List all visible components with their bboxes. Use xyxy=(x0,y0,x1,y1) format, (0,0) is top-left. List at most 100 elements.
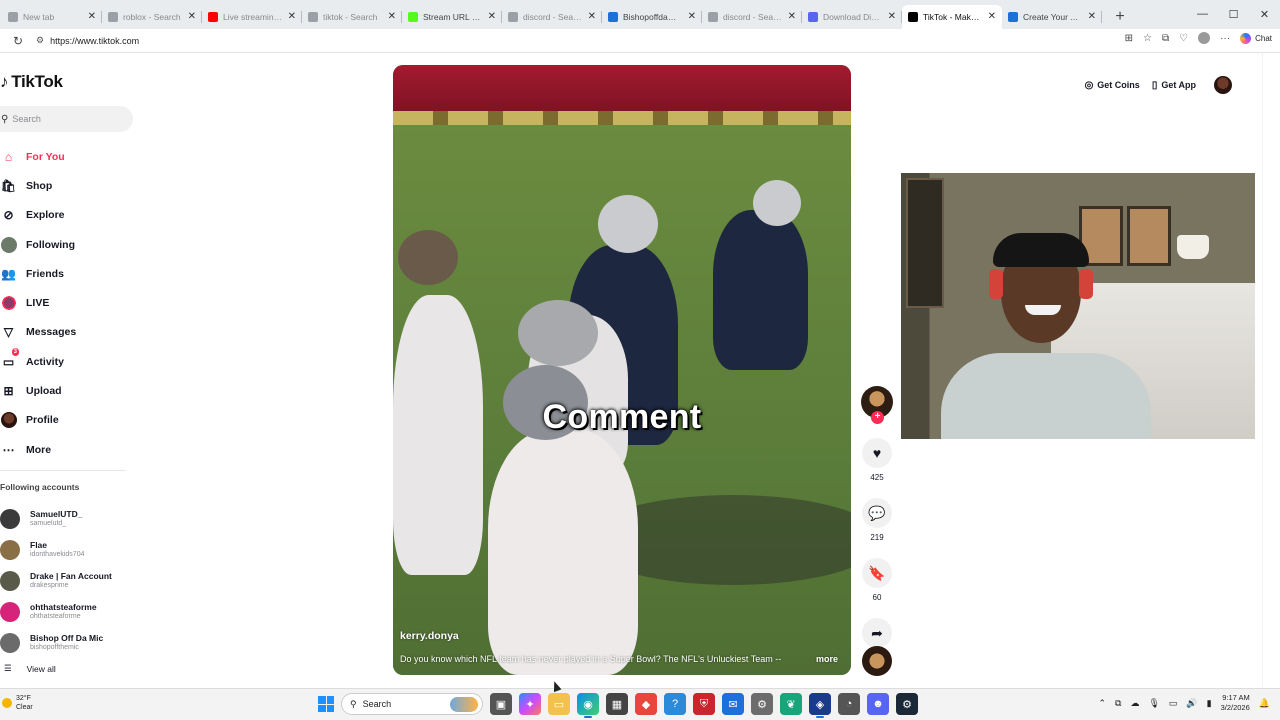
task-view-icon[interactable]: ▣ xyxy=(490,693,512,715)
battery-icon[interactable]: ▮ xyxy=(1207,698,1212,709)
windows-start-icon[interactable] xyxy=(318,696,334,712)
browser-tab[interactable]: discord - Search ✕ xyxy=(502,5,602,29)
video-author[interactable]: kerry.donya xyxy=(400,630,459,642)
reload-icon[interactable]: ↻ xyxy=(0,34,36,48)
browser-tab[interactable]: New tab ✕ xyxy=(2,5,102,29)
tab-favicon-icon xyxy=(808,11,818,22)
following-account-item[interactable]: Drake | Fan Account drakesprime xyxy=(0,565,130,596)
browser-tab[interactable]: Live streaming - Y ✕ xyxy=(202,5,302,29)
onedrive-icon[interactable]: ☁ xyxy=(1130,698,1139,709)
sidebar-item-more[interactable]: ⋯ More xyxy=(0,435,130,464)
browser-tab[interactable]: Download Disco ✕ xyxy=(802,5,902,29)
share-icon[interactable]: ➦ xyxy=(862,618,892,648)
browser-tab[interactable]: Stream URL & Ke ✕ xyxy=(402,5,502,29)
heart-icon[interactable]: ♥ xyxy=(862,438,892,468)
tiktok-logo[interactable]: ♪ TikTok xyxy=(0,72,63,92)
taskbar-search[interactable]: ⚲ Search xyxy=(341,693,483,715)
save-action[interactable]: 🔖 60 xyxy=(862,558,892,602)
follow-plus-icon[interactable]: + xyxy=(871,411,884,424)
browser-tab[interactable]: TikTok - Make Yo ✕ xyxy=(902,4,1002,29)
address-bar[interactable]: ⚙ https://www.tiktok.com xyxy=(36,31,139,51)
following-account-item[interactable]: Bishop Off Da Mic bishopoffthemic xyxy=(0,627,130,658)
creator-avatar[interactable]: + xyxy=(861,386,893,424)
sidebar-item-live[interactable]: LIVE xyxy=(0,288,130,317)
browser-tab[interactable]: discord - Search ✕ xyxy=(702,5,802,29)
close-tab-icon[interactable]: ✕ xyxy=(588,11,596,22)
sidebar-item-friends[interactable]: 👥 Friends xyxy=(0,259,130,288)
browser-tab[interactable]: roblox - Search ✕ xyxy=(102,5,202,29)
favorite-star-icon[interactable]: ☆ xyxy=(1143,33,1152,44)
weather-widget[interactable]: 32°F Clear xyxy=(2,694,33,712)
mail-icon[interactable]: ✉ xyxy=(722,693,744,715)
feather-app-icon[interactable]: ❦ xyxy=(780,693,802,715)
close-tab-icon[interactable]: ✕ xyxy=(88,11,96,22)
new-tab-button[interactable]: + xyxy=(1108,5,1132,29)
extensions-icon[interactable]: ⧉ xyxy=(1162,33,1169,44)
site-info-icon[interactable]: ⚙ xyxy=(36,35,44,46)
bookmark-icon[interactable]: 🔖 xyxy=(862,558,892,588)
app-available-icon[interactable]: ⊞ xyxy=(1125,33,1133,44)
sidebar-item-profile[interactable]: Profile xyxy=(0,406,130,435)
tray-app-icon[interactable]: ⧉ xyxy=(1115,698,1121,709)
copilot-button[interactable]: Chat xyxy=(1240,32,1272,44)
copilot-app-icon[interactable]: ✦ xyxy=(519,693,541,715)
sidebar-item-explore[interactable]: ⊘ Explore xyxy=(0,201,130,230)
close-tab-icon[interactable]: ✕ xyxy=(188,11,196,22)
obs-app-icon[interactable]: ◈ xyxy=(809,693,831,718)
game-app-icon[interactable]: ◆ xyxy=(635,693,657,715)
sidebar-item-activity[interactable]: ▭ 3 Activity xyxy=(0,347,130,376)
close-tab-icon[interactable]: ✕ xyxy=(288,11,296,22)
help-icon[interactable]: ? xyxy=(664,693,686,715)
taskbar-search-label: Search xyxy=(362,699,392,709)
collections-icon[interactable]: ♡ xyxy=(1179,33,1188,44)
search-input[interactable]: ⚲ Search xyxy=(0,106,133,132)
comment-action[interactable]: 💬 219 xyxy=(862,498,892,542)
minimize-button[interactable]: — xyxy=(1187,0,1218,28)
sidebar-item-upload[interactable]: ⊞ Upload xyxy=(0,376,130,405)
get-app-button[interactable]: ▯ Get App xyxy=(1152,80,1196,91)
discord-icon[interactable]: ☻ xyxy=(867,693,889,715)
close-tab-icon[interactable]: ✕ xyxy=(888,11,896,22)
close-tab-icon[interactable]: ✕ xyxy=(688,11,696,22)
close-window-button[interactable]: ✕ xyxy=(1249,0,1280,28)
edge-browser-icon[interactable]: ◉ xyxy=(577,693,599,718)
tray-overflow-icon[interactable]: ⌃ xyxy=(1098,698,1106,709)
close-tab-icon[interactable]: ✕ xyxy=(988,11,996,22)
volume-icon[interactable]: 🔊 xyxy=(1186,698,1197,709)
music-disc-icon[interactable] xyxy=(862,646,892,676)
settings-gear-icon[interactable]: ⚙ xyxy=(751,693,773,715)
notification-bell-icon[interactable]: 🔔 xyxy=(1259,698,1270,709)
caption-more-button[interactable]: more xyxy=(816,654,838,664)
network-icon[interactable]: ▭ xyxy=(1169,698,1178,709)
browser-tab[interactable]: tiktok - Search ✕ xyxy=(302,5,402,29)
taskbar-clock[interactable]: 9:17 AM 3/2/2026 xyxy=(1221,693,1250,713)
clipchamp-icon[interactable]: ◔ xyxy=(838,693,860,715)
store-icon[interactable]: ▦ xyxy=(606,693,628,715)
sidebar-item-shop[interactable]: 🛍 Shop xyxy=(0,171,130,200)
following-account-item[interactable]: Flae idonthavekids704 xyxy=(0,534,130,565)
microphone-icon[interactable]: 🎙 xyxy=(1148,698,1159,709)
close-tab-icon[interactable]: ✕ xyxy=(788,11,796,22)
following-account-item[interactable]: ohthatsteaforme ohthatsteaforme xyxy=(0,596,130,627)
settings-menu-icon[interactable]: ··· xyxy=(1220,33,1230,44)
shield-app-icon[interactable]: ⛨ xyxy=(693,693,715,715)
maximize-button[interactable]: ☐ xyxy=(1218,0,1249,28)
following-account-item[interactable]: SamuelUTD_ samuelutd_ xyxy=(0,503,130,534)
close-tab-icon[interactable]: ✕ xyxy=(388,11,396,22)
sidebar-item-for-you[interactable]: ⌂ For You xyxy=(0,142,130,171)
browser-tab[interactable]: Bishopoffdamic1 ✕ xyxy=(602,5,702,29)
close-tab-icon[interactable]: ✕ xyxy=(488,11,496,22)
close-tab-icon[interactable]: ✕ xyxy=(1088,11,1096,22)
browser-tab[interactable]: Create Your Acco ✕ xyxy=(1002,5,1102,29)
comment-icon[interactable]: 💬 xyxy=(862,498,892,528)
get-coins-button[interactable]: ◎ Get Coins xyxy=(1085,80,1140,91)
like-action[interactable]: ♥ 425 xyxy=(862,438,892,482)
video-player[interactable]: Comment kerry.donya Do you know which NF… xyxy=(393,65,851,675)
browser-profile-avatar[interactable] xyxy=(1198,32,1211,44)
view-all-link[interactable]: ☰ View all xyxy=(4,663,56,674)
user-avatar[interactable] xyxy=(1214,76,1232,94)
sidebar-item-messages[interactable]: ▽ Messages xyxy=(0,318,130,347)
sidebar-item-following[interactable]: Following xyxy=(0,230,130,259)
steam-icon[interactable]: ⚙ xyxy=(896,693,918,715)
file-explorer-icon[interactable]: ▭ xyxy=(548,693,570,715)
